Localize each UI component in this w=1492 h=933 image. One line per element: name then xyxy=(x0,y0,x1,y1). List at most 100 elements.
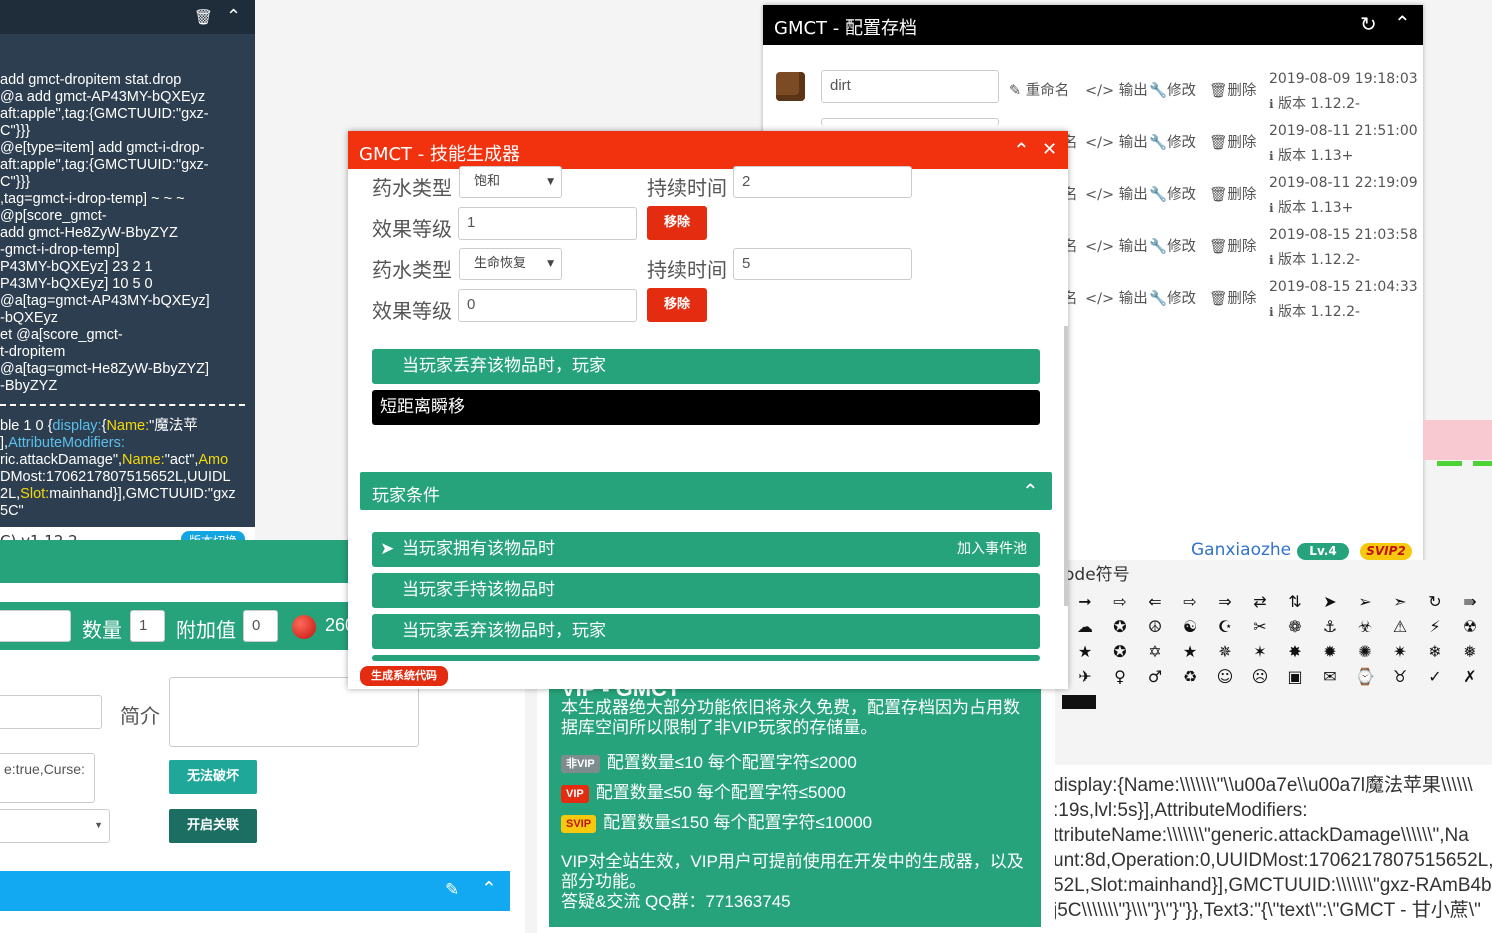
remove-effect-button[interactable]: 移除 xyxy=(647,206,707,240)
unicode-symbol[interactable]: ⇒ xyxy=(1208,592,1242,611)
unicode-symbol[interactable]: ❄ xyxy=(1418,642,1452,661)
duration-input[interactable]: 5 xyxy=(733,248,912,280)
generate-code-button[interactable]: 生成系统代码 xyxy=(360,666,448,686)
condition-item-held[interactable]: 当玩家手持该物品时 xyxy=(372,573,1040,608)
unicode-symbol[interactable]: ☺ xyxy=(1208,667,1242,686)
unicode-symbol[interactable]: ✪ xyxy=(1103,617,1137,636)
unicode-symbol[interactable]: ♉ xyxy=(1383,667,1417,686)
export-button[interactable]: </> 输出 xyxy=(1085,287,1148,308)
unicode-symbol[interactable]: ✶ xyxy=(1243,642,1277,661)
unicode-symbol[interactable]: ♀ xyxy=(1103,667,1137,686)
config-name-input[interactable]: dirt xyxy=(821,70,999,103)
unicode-symbol[interactable]: ☹ xyxy=(1243,667,1277,686)
effect-level-input[interactable]: 1 xyxy=(458,207,637,240)
action-teleport-bar[interactable]: 短距离瞬移 xyxy=(372,390,1040,425)
export-button[interactable]: </> 输出 xyxy=(1085,183,1148,204)
unicode-symbol[interactable]: ❁ xyxy=(1278,617,1312,636)
rename-button[interactable]: ✎ 重命名 xyxy=(1009,79,1069,100)
chevron-up-icon[interactable]: ⌃ xyxy=(1013,138,1030,162)
delete-button[interactable]: 🗑删除 xyxy=(1209,79,1256,100)
scrollbar[interactable] xyxy=(1064,326,1068,606)
unicode-symbol[interactable]: ➣ xyxy=(1383,592,1417,611)
duration-input[interactable]: 2 xyxy=(733,166,912,198)
delete-button[interactable]: 🗑删除 xyxy=(1209,287,1256,308)
unicode-symbol[interactable]: ✓ xyxy=(1418,667,1452,686)
unicode-symbol[interactable]: ✗ xyxy=(1453,667,1487,686)
unicode-symbol[interactable]: ☮ xyxy=(1138,617,1172,636)
unicode-symbol[interactable]: ☪ xyxy=(1208,617,1242,636)
unicode-symbol[interactable]: ⇄ xyxy=(1243,592,1277,611)
edit-button[interactable]: 🔧修改 xyxy=(1149,235,1196,256)
chevron-up-icon[interactable]: ⌃ xyxy=(481,878,497,900)
extra-value-input[interactable]: 0 xyxy=(243,610,278,642)
edit-icon[interactable]: ✎ xyxy=(445,880,459,900)
unicode-symbol[interactable]: ★ xyxy=(1068,642,1102,661)
add-event-pool-button[interactable]: 加入事件池 xyxy=(957,532,1027,567)
refresh-icon[interactable]: ↻ xyxy=(1360,12,1377,36)
condition-item-cut[interactable] xyxy=(372,655,1040,661)
edit-button[interactable]: 🔧修改 xyxy=(1149,79,1196,100)
unicode-symbol[interactable]: ⚓ xyxy=(1313,617,1347,636)
unicode-symbol[interactable]: ⇐ xyxy=(1138,592,1172,611)
unicode-symbol[interactable]: ✸ xyxy=(1278,642,1312,661)
unicode-symbol[interactable]: ✈ xyxy=(1068,667,1102,686)
delete-button[interactable]: 🗑删除 xyxy=(1209,131,1256,152)
unbreakable-button[interactable]: 无法破坏 xyxy=(169,760,257,794)
unicode-symbol[interactable]: ✷ xyxy=(1383,642,1417,661)
item-id-input[interactable] xyxy=(0,610,71,642)
unicode-symbol[interactable]: ✡ xyxy=(1138,642,1172,661)
unicode-symbol[interactable]: ✂ xyxy=(1243,617,1277,636)
unicode-symbol[interactable]: ▣ xyxy=(1278,667,1312,686)
chevron-up-icon[interactable]: ⌃ xyxy=(226,6,241,27)
chevron-up-icon[interactable]: ⌃ xyxy=(1022,479,1039,503)
unicode-symbol[interactable]: ✹ xyxy=(1313,642,1347,661)
unicode-symbol[interactable]: ★ xyxy=(1173,642,1207,661)
unicode-symbol[interactable]: ⚠ xyxy=(1383,617,1417,636)
condition-item-owned[interactable]: ➤ 当玩家拥有该物品时 加入事件池 xyxy=(372,532,1040,567)
delete-button[interactable]: 🗑删除 xyxy=(1209,183,1256,204)
trash-icon[interactable]: 🗑 xyxy=(194,8,213,26)
export-button[interactable]: </> 输出 xyxy=(1085,131,1148,152)
link-button[interactable]: 开启关联 xyxy=(169,809,257,843)
unicode-symbol[interactable]: ➞ xyxy=(1068,592,1102,611)
username[interactable]: Ganxiaozhe xyxy=(1191,540,1291,560)
unicode-symbol[interactable]: ↻ xyxy=(1418,592,1452,611)
edit-button[interactable]: 🔧修改 xyxy=(1149,131,1196,152)
potion-type-select[interactable]: 饱和 ▼ xyxy=(459,166,562,198)
unicode-symbol[interactable]: ⚡ xyxy=(1418,617,1452,636)
potion-type-select[interactable]: 生命恢复 ▼ xyxy=(459,248,562,280)
quantity-input[interactable]: 1 xyxy=(130,610,165,642)
edit-button[interactable]: 🔧修改 xyxy=(1149,287,1196,308)
black-block-symbol[interactable] xyxy=(1062,695,1096,709)
unicode-symbol[interactable]: ➤ xyxy=(1313,592,1347,611)
unicode-symbol[interactable]: ☁ xyxy=(1068,617,1102,636)
delete-button[interactable]: 🗑删除 xyxy=(1209,235,1256,256)
unicode-symbol[interactable]: ☯ xyxy=(1173,617,1207,636)
unicode-symbol[interactable]: ❅ xyxy=(1453,642,1487,661)
unicode-symbol[interactable]: ♻ xyxy=(1173,667,1207,686)
player-condition-header[interactable]: 玩家条件 ⌃ xyxy=(360,472,1052,510)
unicode-symbol[interactable]: ⇨ xyxy=(1173,592,1207,611)
unicode-symbol[interactable]: ⇅ xyxy=(1278,592,1312,611)
effect-level-input[interactable]: 0 xyxy=(458,289,637,322)
close-icon[interactable]: ✕ xyxy=(1042,139,1057,160)
export-button[interactable]: </> 输出 xyxy=(1085,79,1148,100)
unicode-symbol[interactable]: ☣ xyxy=(1348,617,1382,636)
edit-button[interactable]: 🔧修改 xyxy=(1149,183,1196,204)
config-name-input[interactable] xyxy=(821,118,999,126)
unicode-symbol[interactable]: ✉ xyxy=(1313,667,1347,686)
chevron-up-icon[interactable]: ⌃ xyxy=(1394,11,1411,35)
collapsed-section-bar[interactable]: ✎ ⌃ xyxy=(0,871,510,911)
unicode-symbol[interactable]: ✺ xyxy=(1348,642,1382,661)
name-input[interactable] xyxy=(0,695,102,729)
enchant-input[interactable]: e:true,Curse: xyxy=(0,753,95,803)
unicode-symbol[interactable]: ➢ xyxy=(1348,592,1382,611)
export-button[interactable]: </> 输出 xyxy=(1085,235,1148,256)
unicode-symbol[interactable]: ✵ xyxy=(1208,642,1242,661)
event-trigger-bar[interactable]: 当玩家丢弃该物品时，玩家 xyxy=(372,349,1040,384)
unicode-symbol[interactable]: ✪ xyxy=(1103,642,1137,661)
unicode-symbol[interactable]: ⇛ xyxy=(1453,592,1487,611)
condition-item-dropped[interactable]: 当玩家丢弃该物品时，玩家 xyxy=(372,614,1040,649)
unicode-symbol[interactable]: ⌚ xyxy=(1348,667,1382,686)
unicode-symbol[interactable]: ☢ xyxy=(1453,617,1487,636)
